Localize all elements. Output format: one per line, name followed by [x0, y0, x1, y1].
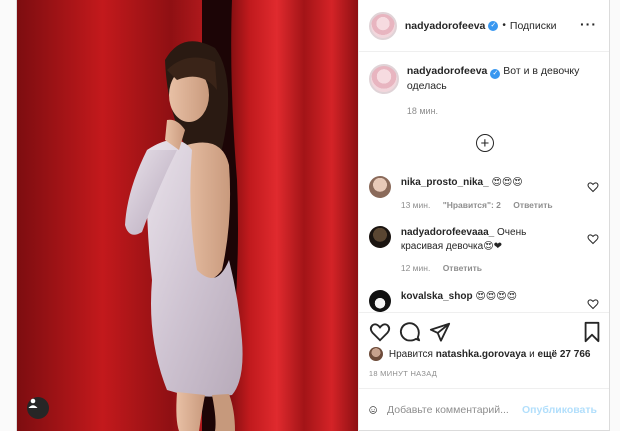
comment-avatar[interactable] — [368, 226, 391, 248]
liker-avatar[interactable] — [368, 347, 383, 361]
verified-badge-icon: ✓ — [490, 69, 501, 79]
emoji-icon[interactable] — [369, 400, 377, 420]
comment-body: nika_prosto_nika_ 😍😍😍 — [401, 176, 569, 198]
comment-username[interactable]: nika_prosto_nika_ — [401, 177, 489, 188]
reply-button[interactable]: Ответить — [443, 263, 482, 273]
heart-icon[interactable] — [587, 298, 599, 310]
likes-middle: и — [529, 348, 535, 360]
comment-time: 12 мин. — [400, 263, 431, 273]
instagram-post: nadyadorofeeva ✓ • Подписки ··· nadyador… — [16, 0, 610, 431]
post-caption: nadyadorofeeva ✓ Вот и в девочку оделась … — [368, 64, 599, 116]
comment-item: kovalska_shop 😍😍😍😍 — [368, 290, 599, 312]
share-icon[interactable] — [429, 321, 451, 343]
add-comment-bar: Опубликовать — [358, 388, 609, 431]
comment-input[interactable] — [387, 404, 523, 416]
comment-meta: 12 мин. Ответить — [401, 263, 492, 273]
liker-username[interactable]: natashka.gorovaya — [436, 349, 527, 360]
comment-text: 😍😍😍 — [491, 177, 523, 188]
likes-prefix: Нравится — [388, 348, 433, 360]
post-side-panel: nadyadorofeeva ✓ • Подписки ··· nadyador… — [357, 0, 609, 431]
comment-time: 13 мин. — [400, 200, 431, 210]
comment-meta: 13 мин. "Нравится": 2 Ответить — [401, 200, 563, 210]
heart-icon[interactable] — [587, 181, 599, 193]
post-timestamp[interactable]: 18 МИНУТ НАЗАД — [369, 369, 437, 378]
caption-text-block: nadyadorofeeva ✓ Вот и в девочку оделась — [407, 64, 587, 94]
plus-circle-icon[interactable]: + — [475, 134, 494, 152]
caption-time: 18 мин. — [406, 106, 439, 116]
comment-avatar[interactable] — [368, 176, 391, 198]
bookmark-icon[interactable] — [581, 321, 603, 343]
likes-line: Нравится natashka.gorovaya и ещё 27 766 — [368, 347, 591, 361]
comment-body: nadyadorofeevaaa_ Очень красивая девочка… — [401, 226, 569, 254]
verified-badge-icon: ✓ — [488, 20, 499, 31]
following-button[interactable]: Подписки — [510, 20, 557, 32]
reply-button[interactable]: Ответить — [513, 200, 552, 210]
user-tag-icon — [28, 398, 38, 408]
caption-avatar[interactable] — [368, 64, 399, 94]
caption-username[interactable]: nadyadorofeeva — [407, 65, 488, 77]
comment-avatar[interactable] — [368, 290, 391, 312]
separator-dot: • — [502, 20, 506, 31]
comment-item: nika_prosto_nika_ 😍😍😍 13 мин. "Нравится"… — [368, 176, 599, 210]
comment-item: nadyadorofeevaaa_ Очень красивая девочка… — [368, 226, 599, 273]
likes-count[interactable]: ещё 27 766 — [538, 349, 591, 360]
post-header: nadyadorofeeva ✓ • Подписки ··· — [358, 0, 609, 52]
comment-username[interactable]: kovalska_shop — [401, 291, 473, 302]
author-avatar[interactable] — [368, 11, 397, 40]
photo-image — [17, 0, 358, 431]
comment-likes[interactable]: "Нравится": 2 — [443, 200, 501, 210]
comment-icon[interactable] — [399, 321, 421, 343]
heart-icon[interactable] — [369, 321, 391, 343]
tag-people-button[interactable] — [27, 397, 49, 419]
more-options-icon[interactable]: ··· — [580, 16, 597, 32]
post-photo[interactable] — [17, 0, 358, 431]
comment-body: kovalska_shop 😍😍😍😍 — [401, 290, 569, 312]
heart-icon[interactable] — [587, 233, 599, 245]
action-bar — [358, 312, 609, 350]
publish-button[interactable]: Опубликовать — [522, 404, 597, 416]
comment-username[interactable]: nadyadorofeevaaa_ — [401, 227, 494, 238]
author-username[interactable]: nadyadorofeeva — [405, 20, 486, 32]
comment-text: 😍😍😍😍 — [475, 291, 518, 302]
